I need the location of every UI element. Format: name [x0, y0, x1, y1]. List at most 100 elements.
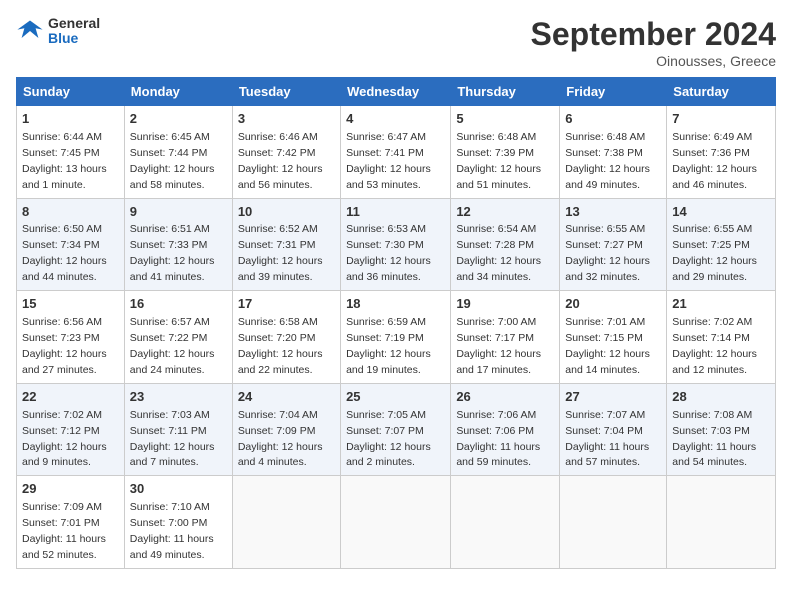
day-number: 1 [22, 110, 119, 129]
calendar-day-cell: 18Sunrise: 6:59 AMSunset: 7:19 PMDayligh… [341, 291, 451, 384]
calendar-day-cell: 5Sunrise: 6:48 AMSunset: 7:39 PMDaylight… [451, 106, 560, 199]
title-area: September 2024 Oinousses, Greece [531, 16, 776, 69]
calendar-day-cell: 29 Sunrise: 7:09 AMSunset: 7:01 PMDayligh… [17, 476, 125, 569]
col-header-wednesday: Wednesday [341, 78, 451, 106]
day-info: Sunrise: 7:07 AMSunset: 7:04 PMDaylight:… [565, 409, 649, 469]
calendar-day-cell: 24 Sunrise: 7:04 AMSunset: 7:09 PMDayligh… [232, 383, 340, 476]
day-info: Sunrise: 6:58 AMSunset: 7:20 PMDaylight:… [238, 316, 323, 376]
calendar-day-cell: 25 Sunrise: 7:05 AMSunset: 7:07 PMDayligh… [341, 383, 451, 476]
day-number: 23 [130, 388, 227, 407]
col-header-sunday: Sunday [17, 78, 125, 106]
day-info: Sunrise: 6:45 AMSunset: 7:44 PMDaylight:… [130, 131, 215, 191]
calendar-day-cell [667, 476, 776, 569]
calendar-week-row: 15Sunrise: 6:56 AMSunset: 7:23 PMDayligh… [17, 291, 776, 384]
calendar-day-cell: 16Sunrise: 6:57 AMSunset: 7:22 PMDayligh… [124, 291, 232, 384]
day-info: Sunrise: 6:49 AMSunset: 7:36 PMDaylight:… [672, 131, 757, 191]
calendar-day-cell: 23Sunrise: 7:03 AMSunset: 7:11 PMDayligh… [124, 383, 232, 476]
calendar-week-row: 1 Sunrise: 6:44 AMSunset: 7:45 PMDaylight… [17, 106, 776, 199]
day-number: 10 [238, 203, 335, 222]
month-title: September 2024 [531, 16, 776, 53]
day-info: Sunrise: 6:46 AMSunset: 7:42 PMDaylight:… [238, 131, 323, 191]
day-number: 7 [672, 110, 770, 129]
calendar-day-cell: 1 Sunrise: 6:44 AMSunset: 7:45 PMDaylight… [17, 106, 125, 199]
calendar-day-cell: 15Sunrise: 6:56 AMSunset: 7:23 PMDayligh… [17, 291, 125, 384]
calendar-day-cell: 26Sunrise: 7:06 AMSunset: 7:06 PMDayligh… [451, 383, 560, 476]
day-info: Sunrise: 6:44 AMSunset: 7:45 PMDaylight:… [22, 131, 107, 191]
page-header: General Blue September 2024 Oinousses, G… [16, 16, 776, 69]
col-header-tuesday: Tuesday [232, 78, 340, 106]
calendar-week-row: 22 Sunrise: 7:02 AMSunset: 7:12 PMDayligh… [17, 383, 776, 476]
calendar-table: SundayMondayTuesdayWednesdayThursdayFrid… [16, 77, 776, 569]
day-info: Sunrise: 6:59 AMSunset: 7:19 PMDaylight:… [346, 316, 431, 376]
day-number: 29 [22, 480, 119, 499]
calendar-day-cell: 30 Sunrise: 7:10 AMSunset: 7:00 PMDayligh… [124, 476, 232, 569]
day-number: 16 [130, 295, 227, 314]
day-info: Sunrise: 6:47 AMSunset: 7:41 PMDaylight:… [346, 131, 431, 191]
day-number: 22 [22, 388, 119, 407]
day-info: Sunrise: 6:56 AMSunset: 7:23 PMDaylight:… [22, 316, 107, 376]
day-info: Sunrise: 7:09 AMSunset: 7:01 PMDaylight:… [22, 501, 106, 561]
day-info: Sunrise: 6:50 AMSunset: 7:34 PMDaylight:… [22, 223, 107, 283]
logo-bird-icon [16, 17, 44, 45]
day-number: 21 [672, 295, 770, 314]
day-info: Sunrise: 7:04 AMSunset: 7:09 PMDaylight:… [238, 409, 323, 469]
day-info: Sunrise: 7:01 AMSunset: 7:15 PMDaylight:… [565, 316, 650, 376]
calendar-day-cell: 3 Sunrise: 6:46 AMSunset: 7:42 PMDaylight… [232, 106, 340, 199]
calendar-day-cell: 17Sunrise: 6:58 AMSunset: 7:20 PMDayligh… [232, 291, 340, 384]
day-number: 8 [22, 203, 119, 222]
calendar-header-row: SundayMondayTuesdayWednesdayThursdayFrid… [17, 78, 776, 106]
day-info: Sunrise: 6:54 AMSunset: 7:28 PMDaylight:… [456, 223, 541, 283]
calendar-day-cell: 13Sunrise: 6:55 AMSunset: 7:27 PMDayligh… [560, 198, 667, 291]
day-number: 25 [346, 388, 445, 407]
calendar-day-cell [560, 476, 667, 569]
calendar-day-cell: 8Sunrise: 6:50 AMSunset: 7:34 PMDaylight… [17, 198, 125, 291]
calendar-day-cell [451, 476, 560, 569]
calendar-day-cell: 10Sunrise: 6:52 AMSunset: 7:31 PMDayligh… [232, 198, 340, 291]
day-number: 3 [238, 110, 335, 129]
calendar-day-cell: 27 Sunrise: 7:07 AMSunset: 7:04 PMDayligh… [560, 383, 667, 476]
day-number: 13 [565, 203, 661, 222]
calendar-day-cell: 11Sunrise: 6:53 AMSunset: 7:30 PMDayligh… [341, 198, 451, 291]
calendar-day-cell: 19 Sunrise: 7:00 AMSunset: 7:17 PMDayligh… [451, 291, 560, 384]
day-info: Sunrise: 6:48 AMSunset: 7:38 PMDaylight:… [565, 131, 650, 191]
logo-text: General Blue [48, 16, 100, 47]
calendar-day-cell [232, 476, 340, 569]
calendar-week-row: 29 Sunrise: 7:09 AMSunset: 7:01 PMDayligh… [17, 476, 776, 569]
day-number: 12 [456, 203, 554, 222]
day-number: 19 [456, 295, 554, 314]
day-info: Sunrise: 7:10 AMSunset: 7:00 PMDaylight:… [130, 501, 214, 561]
calendar-day-cell [341, 476, 451, 569]
calendar-day-cell: 2Sunrise: 6:45 AMSunset: 7:44 PMDaylight… [124, 106, 232, 199]
day-number: 27 [565, 388, 661, 407]
day-info: Sunrise: 7:02 AMSunset: 7:12 PMDaylight:… [22, 409, 107, 469]
day-info: Sunrise: 7:00 AMSunset: 7:17 PMDaylight:… [456, 316, 541, 376]
day-number: 24 [238, 388, 335, 407]
day-info: Sunrise: 6:53 AMSunset: 7:30 PMDaylight:… [346, 223, 431, 283]
day-number: 14 [672, 203, 770, 222]
logo-blue: Blue [48, 31, 100, 46]
calendar-day-cell: 6 Sunrise: 6:48 AMSunset: 7:38 PMDaylight… [560, 106, 667, 199]
day-number: 26 [456, 388, 554, 407]
calendar-day-cell: 20 Sunrise: 7:01 AMSunset: 7:15 PMDayligh… [560, 291, 667, 384]
col-header-friday: Friday [560, 78, 667, 106]
calendar-day-cell: 28Sunrise: 7:08 AMSunset: 7:03 PMDayligh… [667, 383, 776, 476]
calendar-day-cell: 21Sunrise: 7:02 AMSunset: 7:14 PMDayligh… [667, 291, 776, 384]
day-info: Sunrise: 6:55 AMSunset: 7:25 PMDaylight:… [672, 223, 757, 283]
col-header-thursday: Thursday [451, 78, 560, 106]
logo-general: General [48, 16, 100, 31]
day-number: 9 [130, 203, 227, 222]
location: Oinousses, Greece [531, 53, 776, 69]
day-info: Sunrise: 6:55 AMSunset: 7:27 PMDaylight:… [565, 223, 650, 283]
day-number: 20 [565, 295, 661, 314]
calendar-day-cell: 7 Sunrise: 6:49 AMSunset: 7:36 PMDaylight… [667, 106, 776, 199]
calendar-week-row: 8Sunrise: 6:50 AMSunset: 7:34 PMDaylight… [17, 198, 776, 291]
calendar-day-cell: 14Sunrise: 6:55 AMSunset: 7:25 PMDayligh… [667, 198, 776, 291]
calendar-day-cell: 12Sunrise: 6:54 AMSunset: 7:28 PMDayligh… [451, 198, 560, 291]
day-number: 6 [565, 110, 661, 129]
day-number: 11 [346, 203, 445, 222]
day-info: Sunrise: 6:52 AMSunset: 7:31 PMDaylight:… [238, 223, 323, 283]
day-number: 4 [346, 110, 445, 129]
logo: General Blue [16, 16, 100, 47]
day-info: Sunrise: 7:05 AMSunset: 7:07 PMDaylight:… [346, 409, 431, 469]
day-number: 30 [130, 480, 227, 499]
